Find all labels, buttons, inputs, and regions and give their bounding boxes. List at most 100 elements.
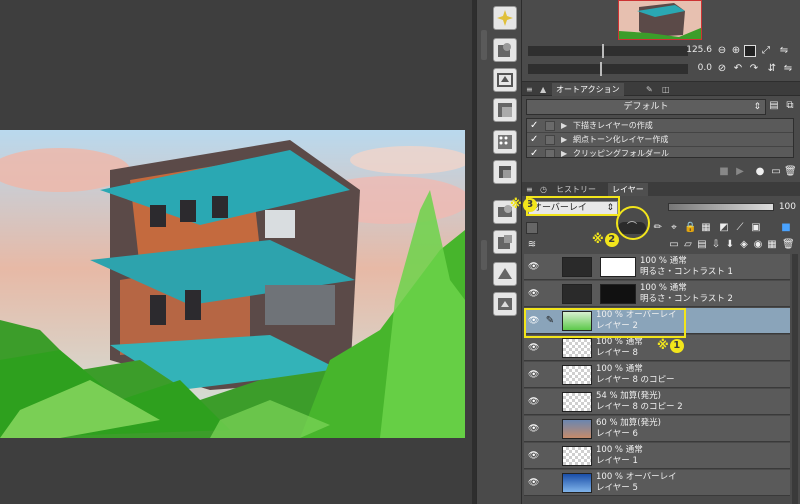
ruler-icon[interactable]: ⟋	[734, 222, 746, 234]
rotate-right-icon[interactable]: ↷	[748, 63, 760, 75]
mask-enable-icon[interactable]: ◩	[718, 222, 730, 234]
zoom-out-icon[interactable]: ⊖	[716, 45, 728, 57]
reference-layer-icon[interactable]: ✏	[652, 222, 664, 234]
artwork-canvas[interactable]	[0, 130, 465, 438]
eye-icon[interactable]: 👁	[528, 424, 540, 434]
layer-property-icon[interactable]	[493, 38, 517, 62]
layer-row[interactable]: 👁 100 % 通常 レイヤー 8 のコピー	[524, 362, 790, 388]
copy-set-icon[interactable]: ⧉	[784, 100, 796, 112]
layer-mask-thumbnail[interactable]	[600, 284, 636, 304]
eye-icon[interactable]: 👁	[528, 262, 540, 272]
palette-color-icon[interactable]: ▣	[750, 222, 762, 234]
strip-handle[interactable]	[481, 240, 487, 270]
navigator-icon[interactable]	[493, 68, 517, 92]
flip-horizontal-2-icon[interactable]: ⇋	[782, 63, 794, 75]
opacity-slider[interactable]	[668, 203, 774, 211]
eye-icon[interactable]: 👁	[528, 397, 540, 407]
color-set-icon[interactable]	[493, 160, 517, 184]
stop-icon[interactable]: ■	[718, 166, 730, 178]
tab-layer[interactable]: レイヤー	[608, 183, 648, 196]
layer-mode-label: 100 % 通常	[596, 445, 643, 455]
list-item[interactable]: ✓ ▶ クリッピングフォルダール	[527, 147, 793, 157]
tab-history[interactable]: ヒストリー	[552, 183, 600, 196]
rotate-slider-knob[interactable]	[600, 62, 602, 76]
new-raster-layer-icon[interactable]: ▭	[668, 239, 680, 251]
layer-mask-thumbnail[interactable]	[600, 257, 636, 277]
mask-icon[interactable]: ◈	[738, 239, 750, 251]
layer-list-icon[interactable]: ▦	[766, 239, 778, 251]
tab-layers-icon[interactable]: ◫	[658, 83, 674, 96]
eye-icon[interactable]: 👁	[528, 370, 540, 380]
eye-icon[interactable]: 👁	[528, 451, 540, 461]
dialog-toggle[interactable]	[545, 121, 555, 131]
reset-rotation-icon[interactable]: ⊘	[716, 63, 728, 75]
apply-mask-icon[interactable]: ◉	[752, 239, 764, 251]
eye-icon[interactable]: 👁	[528, 289, 540, 299]
transfer-down-icon[interactable]: ⇩	[710, 239, 722, 251]
layer-name: レイヤー 8 のコピー	[596, 375, 675, 385]
flip-horizontal-icon[interactable]: ⇋	[778, 45, 790, 57]
record-icon[interactable]: ●	[754, 166, 766, 178]
check-icon[interactable]: ✓	[530, 120, 540, 131]
object-icon[interactable]	[493, 262, 517, 286]
combine-down-icon[interactable]: ⬇	[724, 239, 736, 251]
fit-window-icon[interactable]	[744, 45, 756, 57]
layer-color-swatch-icon[interactable]: ■	[780, 222, 792, 234]
layer-thumbnail	[562, 392, 592, 412]
tab-menu-icon[interactable]: ≡	[522, 83, 537, 96]
rotate-left-icon[interactable]: ↶	[732, 63, 744, 75]
layer-row[interactable]: 👁 54 % 加算(発光) レイヤー 8 のコピー 2	[524, 389, 790, 415]
lock-transparent-icon[interactable]: ▦	[700, 222, 712, 234]
trash-icon[interactable]: 🗑	[784, 166, 797, 178]
canvas-area[interactable]	[0, 0, 476, 504]
tab-auto-action[interactable]: オートアクション	[552, 83, 624, 96]
layer-row[interactable]: 👁 100 % 通常 レイヤー 1	[524, 443, 790, 469]
new-set-icon[interactable]: ▤	[768, 100, 780, 112]
auto-action-controls: ■ ▶ ● ▭ 🗑	[718, 166, 798, 180]
layer-color-icon[interactable]	[526, 222, 538, 234]
tab-warning-icon[interactable]: ▲	[536, 83, 550, 96]
dialog-toggle[interactable]	[545, 149, 555, 157]
auto-action-set-select[interactable]: デフォルト ⇕	[526, 99, 766, 115]
expand-icon[interactable]: ▶	[561, 148, 567, 157]
strip-handle[interactable]	[481, 30, 487, 60]
zoom-in-icon[interactable]: ⊕	[730, 45, 742, 57]
trash-icon[interactable]: 🗑	[782, 239, 795, 251]
expand-icon[interactable]: ▶	[561, 134, 567, 146]
tab-menu-icon[interactable]: ≡	[522, 183, 537, 196]
layer-stack-icon[interactable]: ≋	[526, 239, 538, 251]
lock-icon[interactable]: 🔒	[684, 222, 696, 234]
check-icon[interactable]: ✓	[530, 148, 540, 157]
tool-property-icon[interactable]	[493, 292, 517, 316]
eye-icon[interactable]: 👁	[528, 478, 540, 488]
zoom-slider-knob[interactable]	[602, 44, 604, 58]
new-vector-layer-icon[interactable]: ▱	[682, 239, 694, 251]
tab-pen-icon[interactable]: ✎	[642, 83, 657, 96]
check-icon[interactable]: ✓	[530, 134, 540, 145]
eye-icon[interactable]: 👁	[528, 343, 540, 353]
expand-icon[interactable]: ▶	[561, 120, 567, 132]
navigator-thumbnail[interactable]	[618, 0, 702, 40]
new-folder-icon[interactable]: ▤	[696, 239, 708, 251]
layer-row[interactable]: 👁 100 % オーバーレイ レイヤー 5	[524, 470, 790, 496]
draft-layer-icon[interactable]: ⌖	[668, 222, 680, 234]
rotate-slider[interactable]	[528, 62, 688, 76]
layer-palette-tabs: ≡ ◷ ヒストリー レイヤー	[522, 182, 800, 196]
tab-history-icon[interactable]: ◷	[536, 183, 551, 196]
list-item[interactable]: ✓ ▶ 網点トーン化レイヤー作成	[527, 133, 793, 147]
flip-vertical-icon[interactable]: ⇵	[766, 63, 778, 75]
layer-row[interactable]: 👁 100 % 通常 明るさ・コントラスト 1	[524, 254, 790, 280]
sparkle-icon[interactable]	[493, 6, 517, 30]
layer-list-scrollbar[interactable]	[792, 254, 798, 504]
tone-icon[interactable]	[493, 130, 517, 154]
layer-row[interactable]: 👁 60 % 加算(発光) レイヤー 6	[524, 416, 790, 442]
new-action-icon[interactable]: ▭	[770, 166, 782, 178]
play-icon[interactable]: ▶	[734, 166, 746, 178]
layer-row[interactable]: 👁 100 % 通常 明るさ・コントラスト 2	[524, 281, 790, 307]
actual-size-icon[interactable]: ⤢	[760, 45, 772, 57]
list-item[interactable]: ✓ ▶ 下描きレイヤーの作成	[527, 119, 793, 133]
material-icon[interactable]	[493, 230, 517, 254]
sub-view-icon[interactable]	[493, 98, 517, 122]
dialog-toggle[interactable]	[545, 135, 555, 145]
zoom-slider[interactable]	[528, 44, 688, 58]
